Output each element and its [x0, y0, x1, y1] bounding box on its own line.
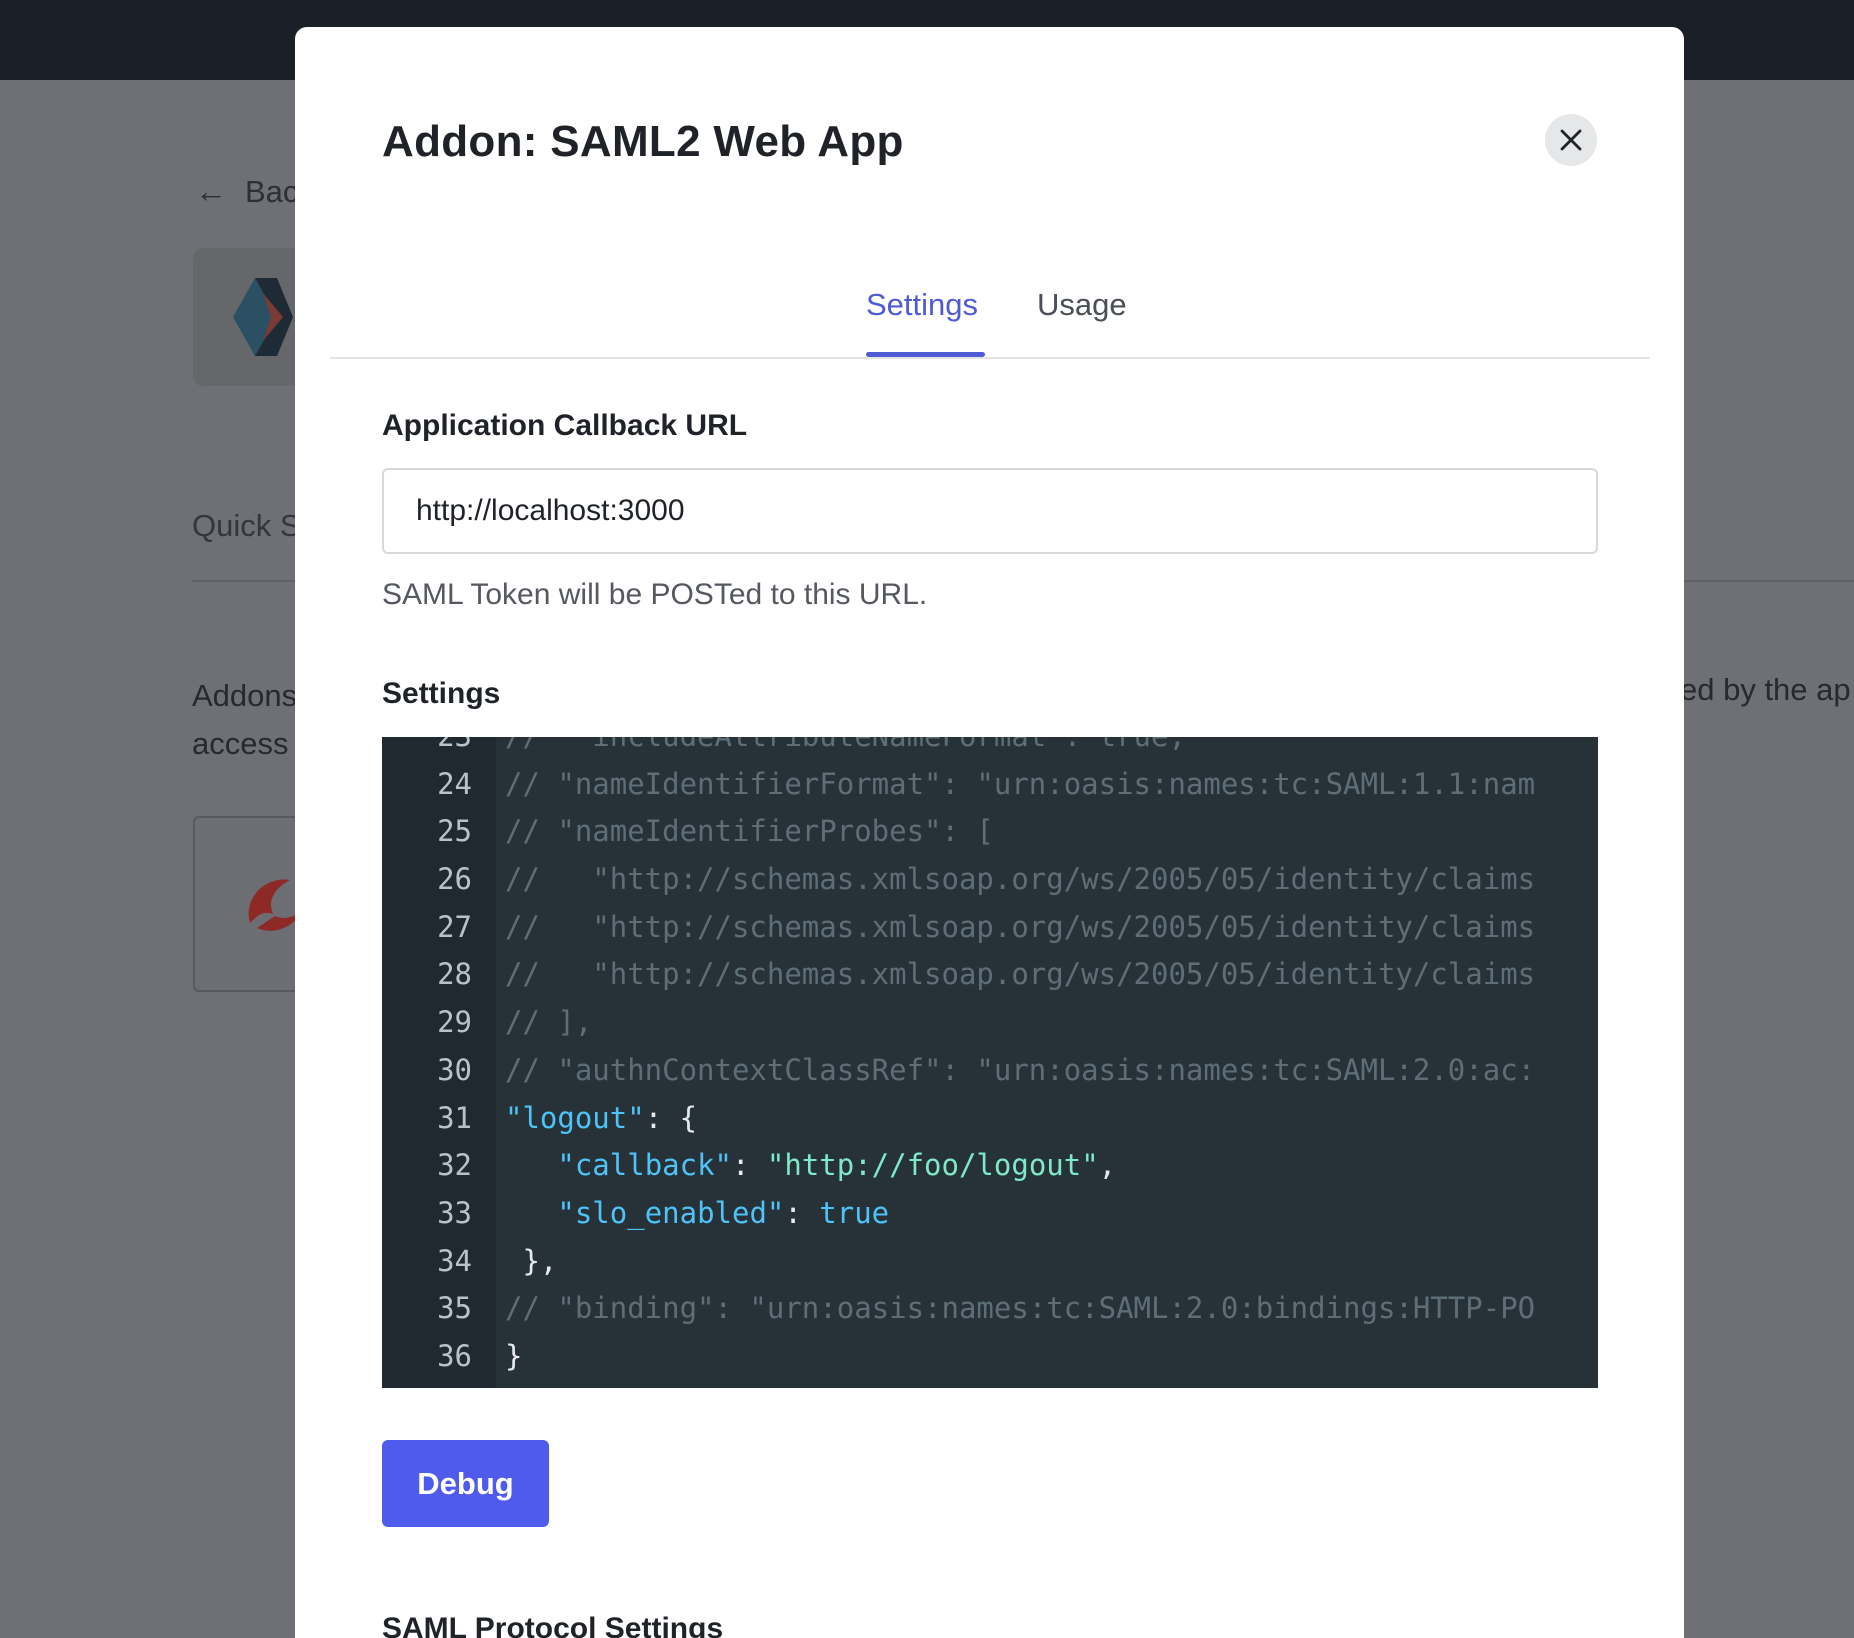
quick-start-tab[interactable]: Quick S: [192, 508, 301, 544]
callback-url-label: Application Callback URL: [382, 409, 748, 442]
code-token: "http://foo/logout": [766, 1148, 1099, 1183]
back-link-label: Bac: [245, 173, 299, 209]
arrow-left-icon: ←: [195, 173, 227, 209]
code-line: 24 // "nameIdentifierFormat": "urn:oasis:…: [382, 761, 1535, 809]
line-number: 31: [437, 1100, 472, 1135]
code-line: 28 // "http://schemas.xmlsoap.org/ws/2005…: [382, 951, 1535, 999]
line-number: 28: [437, 957, 472, 992]
line-content: // "http://schemas.xmlsoap.org/ws/2005/0…: [505, 904, 1535, 952]
code-line: 32 "callback": "http://foo/logout",: [382, 1142, 1116, 1190]
code-lines: 23 // "includeAttributeNameFormat": true,…: [382, 737, 1535, 1381]
line-number: 32: [437, 1148, 472, 1183]
line-number: 27: [437, 909, 472, 944]
code-token: :: [784, 1195, 820, 1230]
code-token: "logout": [505, 1100, 645, 1135]
line-number: 29: [437, 1005, 472, 1040]
close-button[interactable]: [1545, 114, 1597, 166]
addons-description-line-2: access: [192, 726, 289, 761]
line-number: 34: [437, 1243, 472, 1278]
line-content: // "http://schemas.xmlsoap.org/ws/2005/0…: [505, 856, 1535, 904]
settings-label: Settings: [382, 677, 501, 710]
code-token: // "http://schemas.xmlsoap.org/ws/2005/0…: [505, 862, 1536, 897]
code-token: // ],: [505, 1005, 593, 1040]
code-token: : {: [644, 1100, 698, 1135]
callback-url-help: SAML Token will be POSTed to this URL.: [382, 578, 928, 611]
code-line: 36}: [382, 1333, 522, 1381]
line-content: },: [505, 1238, 557, 1286]
code-token: // "includeAttributeNameFormat": true,: [505, 737, 1186, 753]
code-line: 30 // "authnContextClassRef": "urn:oasis:…: [382, 1047, 1535, 1095]
line-number: 30: [437, 1052, 472, 1087]
code-token: // "http://schemas.xmlsoap.org/ws/2005/0…: [505, 957, 1536, 992]
code-token: "slo_enabled": [557, 1195, 785, 1230]
code-token: ,: [1098, 1148, 1117, 1183]
line-content: "callback": "http://foo/logout",: [505, 1142, 1116, 1190]
line-number: 33: [437, 1195, 472, 1230]
addons-description-fragment: ed by the ap: [1680, 672, 1851, 707]
code-line: 27 // "http://schemas.xmlsoap.org/ws/2005…: [382, 904, 1535, 952]
modal-tabs: Settings Usage: [330, 259, 1650, 359]
code-token: },: [505, 1243, 558, 1278]
addon-modal: Addon: SAML2 Web App Settings Usage Appl…: [295, 27, 1684, 1638]
settings-code-editor[interactable]: 23 // "includeAttributeNameFormat": true,…: [382, 737, 1598, 1388]
line-number: 23: [382, 737, 472, 761]
addons-description: Addons access: [192, 672, 297, 768]
callback-url-input[interactable]: [382, 468, 1598, 554]
addons-description-line-1: Addons: [192, 678, 298, 713]
line-content: // ],: [505, 999, 592, 1047]
modal-title: Addon: SAML2 Web App: [382, 117, 904, 166]
line-content: "logout": {: [505, 1095, 697, 1143]
code-line: 35 // "binding": "urn:oasis:names:tc:SAML…: [382, 1285, 1535, 1333]
line-content: // "binding": "urn:oasis:names:tc:SAML:2…: [505, 1285, 1535, 1333]
line-number: 26: [437, 862, 472, 897]
line-content: // "http://schemas.xmlsoap.org/ws/2005/0…: [505, 951, 1535, 999]
code-token: }: [505, 1338, 523, 1373]
code-token: // "nameIdentifierFormat": "urn:oasis:na…: [505, 766, 1536, 801]
code-line: 26 // "http://schemas.xmlsoap.org/ws/2005…: [382, 856, 1535, 904]
line-content: }: [505, 1333, 522, 1381]
code-line: 25 // "nameIdentifierProbes": [: [382, 808, 994, 856]
line-content: // "includeAttributeNameFormat": true,: [505, 737, 1186, 761]
debug-button[interactable]: Debug: [382, 1440, 549, 1527]
code-token: // "binding": "urn:oasis:names:tc:SAML:2…: [505, 1291, 1536, 1326]
back-link[interactable]: ← Bac: [195, 173, 298, 210]
line-content: // "authnContextClassRef": "urn:oasis:na…: [505, 1047, 1535, 1095]
code-line: 23 // "includeAttributeNameFormat": true,: [382, 737, 1186, 761]
line-number: 35: [437, 1291, 472, 1326]
code-token: true: [819, 1195, 890, 1230]
active-tab-indicator: [866, 352, 985, 357]
code-line: 31 "logout": {: [382, 1095, 697, 1143]
line-content: // "nameIdentifierProbes": [: [505, 808, 994, 856]
code-line: 34 },: [382, 1238, 557, 1286]
tab-usage[interactable]: Usage: [1037, 287, 1127, 323]
line-number: 24: [437, 766, 472, 801]
code-token: :: [732, 1148, 767, 1183]
code-line: 29 // ],: [382, 999, 592, 1047]
line-content: // "nameIdentifierFormat": "urn:oasis:na…: [505, 761, 1535, 809]
code-token: // "authnContextClassRef": "urn:oasis:na…: [505, 1052, 1536, 1087]
line-number: 25: [437, 814, 472, 849]
tab-settings[interactable]: Settings: [866, 287, 978, 323]
code-token: // "nameIdentifierProbes": [: [505, 814, 994, 849]
line-number: 36: [437, 1338, 472, 1373]
code-line: 33 "slo_enabled": true: [382, 1190, 889, 1238]
saml-protocol-settings-heading: SAML Protocol Settings: [382, 1612, 724, 1638]
code-token: // "http://schemas.xmlsoap.org/ws/2005/0…: [505, 909, 1536, 944]
line-content: "slo_enabled": true: [505, 1190, 889, 1238]
code-token: "callback": [557, 1148, 732, 1183]
close-icon: [1560, 129, 1582, 151]
